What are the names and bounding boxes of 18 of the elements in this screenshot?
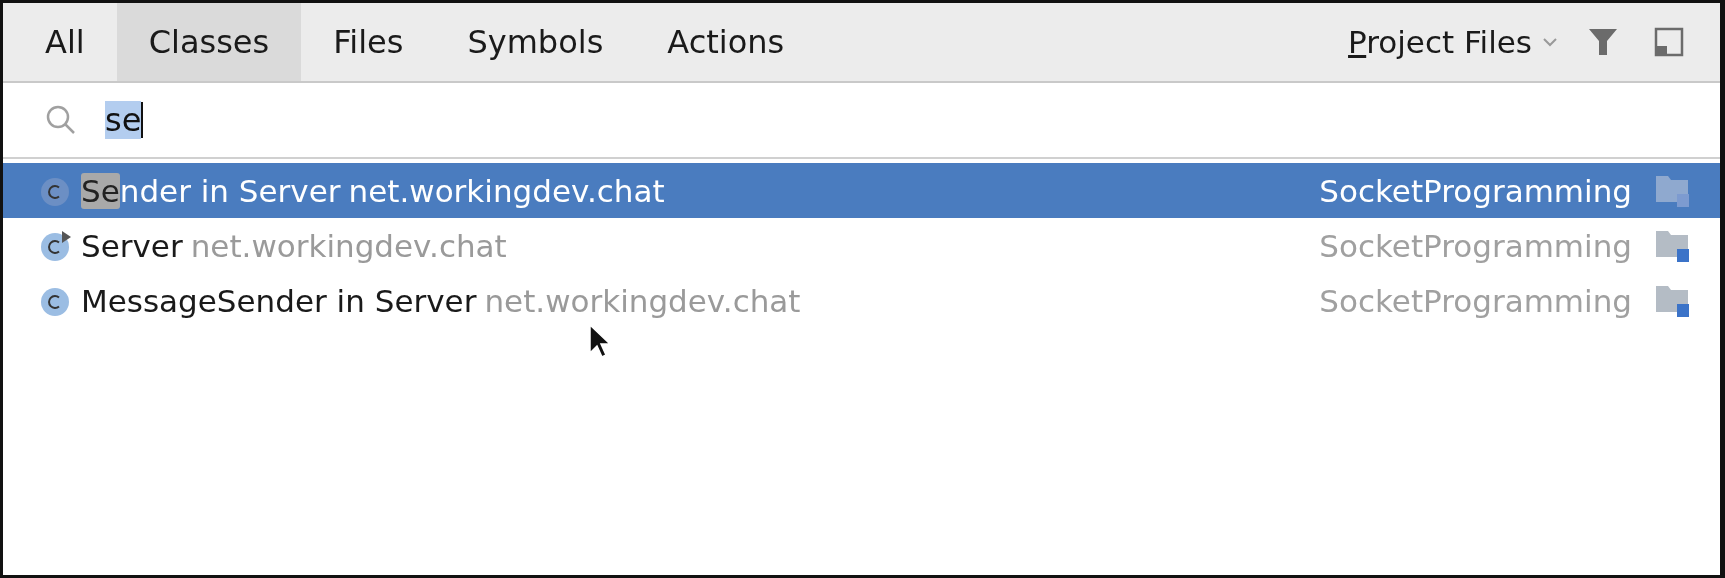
panel-icon[interactable] [1654,27,1684,57]
tab[interactable]: Symbols [435,3,636,81]
filter-icon[interactable] [1588,27,1618,57]
chevron-down-icon [1542,37,1558,47]
tab[interactable]: Actions [635,3,817,81]
tab[interactable]: Classes [116,3,302,81]
scope-dropdown[interactable]: Project Files [1348,3,1558,81]
result-row[interactable]: Server net.workingdev.chat SocketProgramming [3,218,1720,273]
module-folder-icon [1654,283,1690,318]
tab[interactable]: All [13,3,117,81]
runnable-class-icon [39,228,73,263]
search-icon [45,104,77,136]
result-row[interactable]: Sender in Server net.workingdev.chat SocketProgramming [3,163,1720,218]
search-field[interactable]: se [105,98,144,142]
module-folder-icon [1654,228,1690,263]
result-row[interactable]: MessageSender in Server net.workingdev.chat SocketProgramming [3,273,1720,328]
tab[interactable]: Files [301,3,436,81]
module-folder-icon [1654,173,1690,208]
